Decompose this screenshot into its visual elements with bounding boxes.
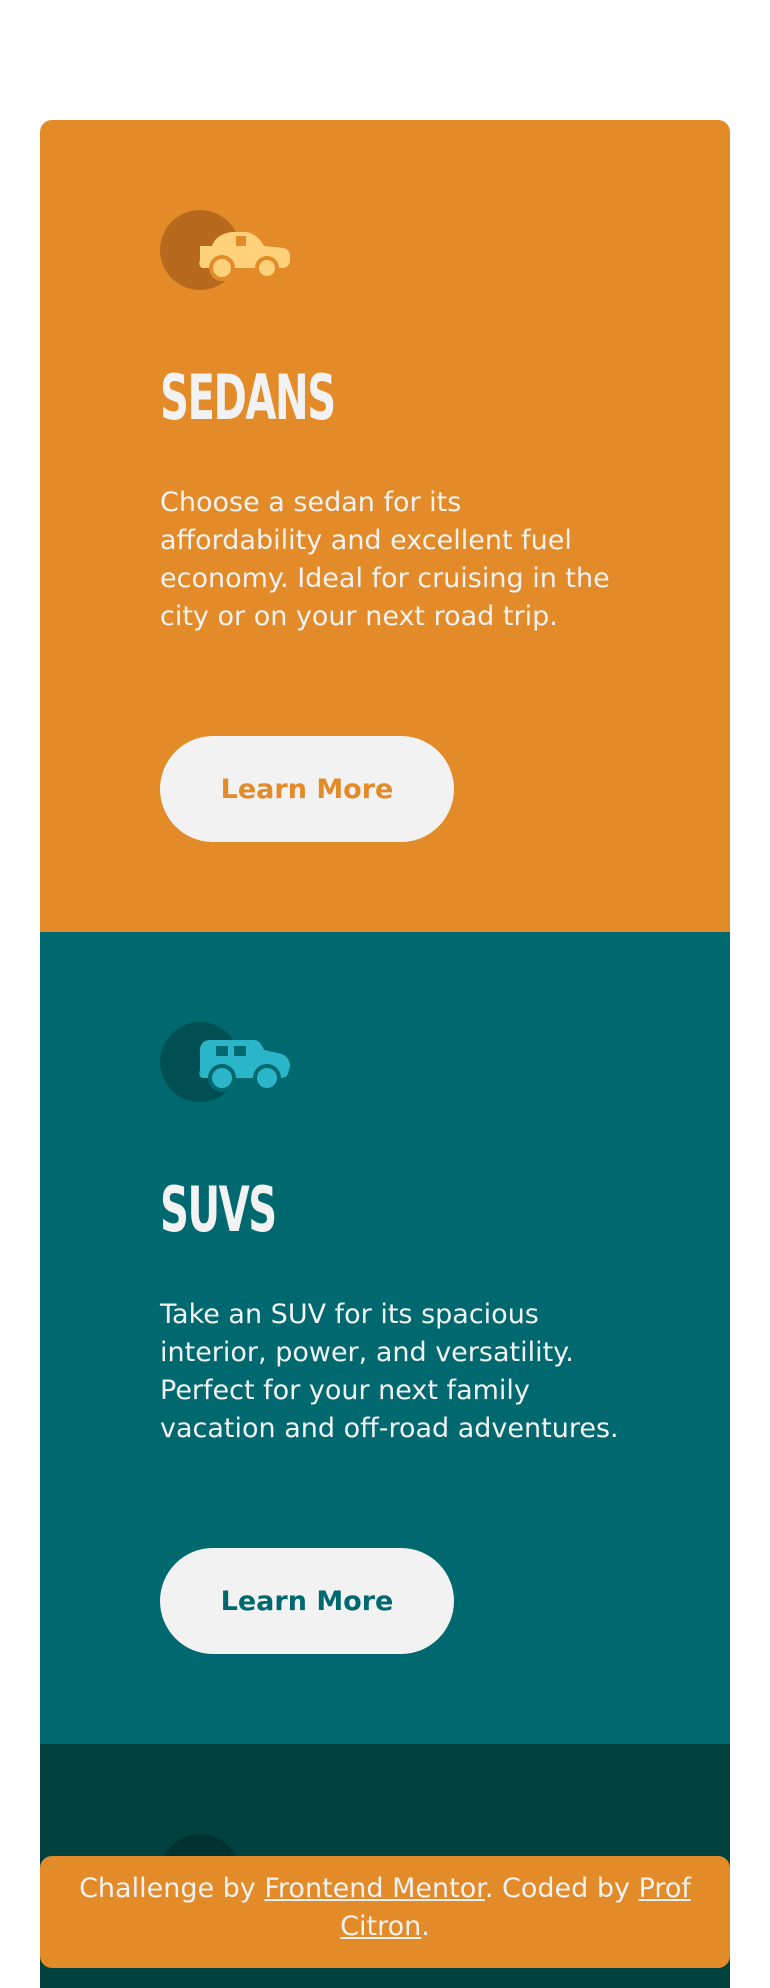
attribution-footer: Challenge by Frontend Mentor. Coded by P… bbox=[40, 1856, 730, 1968]
attribution-suffix: . bbox=[421, 1911, 430, 1942]
learn-more-button[interactable]: Learn More bbox=[160, 1548, 454, 1654]
card-sedans: SEDANS Choose a sedan for its affordabil… bbox=[40, 120, 730, 932]
car-cards-container: SEDANS Choose a sedan for its affordabil… bbox=[40, 120, 730, 1988]
learn-more-button[interactable]: Learn More bbox=[160, 736, 454, 842]
attribution-prefix: Challenge by bbox=[79, 1873, 265, 1904]
frontend-mentor-link[interactable]: Frontend Mentor bbox=[264, 1873, 484, 1904]
attribution-middle: . Coded by bbox=[484, 1873, 639, 1904]
suv-car-icon bbox=[160, 1022, 290, 1102]
card-title: SEDANS bbox=[160, 361, 336, 434]
card-suvs: SUVS Take an SUV for its spacious interi… bbox=[40, 932, 730, 1744]
sedan-car-icon bbox=[160, 210, 290, 290]
card-title: SUVS bbox=[160, 1173, 277, 1246]
card-description: Choose a sedan for its affordability and… bbox=[160, 487, 610, 632]
card-description: Take an SUV for its spacious interior, p… bbox=[160, 1299, 619, 1444]
